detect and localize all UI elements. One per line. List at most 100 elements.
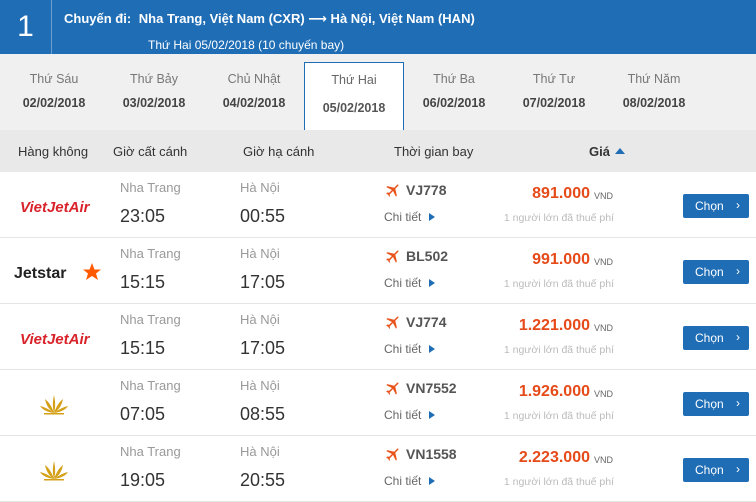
choose-button[interactable]: Chọn › [683,392,749,416]
date-tab[interactable]: Thứ Ba 06/02/2018 [404,62,504,130]
airplane-icon [386,250,399,263]
depart-city: Nha Trang [120,378,181,393]
col-price-label: Giá [589,144,610,159]
price-value: 891.000 [532,185,590,202]
depart-city: Nha Trang [120,246,181,261]
flight-number: VN7552 [406,380,457,396]
date-tab[interactable]: Thứ Năm 08/02/2018 [604,62,704,130]
date-tab-date: 05/02/2018 [322,101,386,115]
choose-label: Chọn [695,331,724,345]
caret-right-icon [429,477,436,485]
choose-button[interactable]: Chọn › [683,260,749,284]
price-currency: VND [594,257,614,267]
choose-label: Chọn [695,265,724,279]
route-label: Chuyến đi: [64,11,132,26]
airplane-icon [386,316,399,329]
price-note: 1 người lớn đã thuế phí [503,410,614,422]
price-currency: VND [594,455,614,465]
price-note: 1 người lớn đã thuế phí [503,212,614,224]
price-currency: VND [594,323,614,333]
caret-right-icon [429,345,436,353]
vietjet-logo: VietJetAir [20,199,91,216]
details-label: Chi tiết [384,276,422,290]
depart-time: 23:05 [120,206,166,226]
jetstar-logo-text: Jetstar [14,265,66,282]
date-tab-date: 04/02/2018 [222,96,286,110]
chevron-right-icon: › [736,396,740,410]
chevron-right-icon: › [736,330,740,344]
depart-time: 19:05 [120,470,166,490]
col-duration: Thời gian bay [394,144,474,159]
details-label: Chi tiết [384,210,422,224]
choose-button[interactable]: Chọn › [683,458,749,482]
flight-row: Nha Trang 19:05 Hà Nội 20:55 VN1558 Chi tiết 2… [0,436,756,502]
flight-row: VietJetAir Nha Trang 23:05 Hà Nội 00:55 VJ778… [0,172,756,238]
table-header: Hàng không Giờ cất cánh Giờ hạ cánh Thời… [0,130,756,172]
date-tab-date: 08/02/2018 [622,96,686,110]
depart-time: 15:15 [120,272,166,292]
flight-number: BL502 [406,248,449,264]
date-selector: Thứ Sáu 02/02/2018 Thứ Bảy 03/02/2018 Chủ Nh… [0,54,756,130]
price-currency: VND [594,389,614,399]
date-tab-dow: Thứ Sáu [29,72,79,86]
flight-number: VJ778 [406,182,447,198]
date-tab-dow: Thứ Hai [331,73,377,87]
date-tab-dow: Thứ Bảy [130,72,178,86]
date-tab[interactable]: Thứ Bảy 03/02/2018 [104,62,204,130]
date-tab-dow: Chủ Nhật [227,72,281,86]
depart-city: Nha Trang [120,180,181,195]
price-note: 1 người lớn đã thuế phí [503,344,614,356]
date-tab-date: 06/02/2018 [422,96,486,110]
details-link[interactable]: Chi tiết [384,210,436,224]
price-note: 1 người lớn đã thuế phí [503,476,614,488]
vietnam-airlines-lotus-icon [40,461,68,481]
col-price-sort[interactable]: Giá [589,144,625,159]
details-label: Chi tiết [384,474,422,488]
details-link[interactable]: Chi tiết [384,342,436,356]
caret-right-icon [429,279,436,287]
price-value: 991.000 [532,251,590,268]
trip-header: 1 Chuyến đi: Nha Trang, Việt Nam (CXR) ⟶… [0,0,756,54]
date-tab-dow: Thứ Năm [627,72,681,86]
date-tab[interactable]: Chủ Nhật 04/02/2018 [204,62,304,130]
arrive-time: 17:05 [240,272,286,292]
jetstar-logo: Jetstar [14,263,101,282]
vietnam-airlines-lotus-icon [40,395,68,415]
vietjet-logo-text: VietJetAir [20,199,91,216]
chevron-right-icon: › [736,462,740,476]
choose-label: Chọn [695,463,724,477]
depart-city: Nha Trang [120,444,181,459]
date-tab[interactable]: Thứ Tư 07/02/2018 [504,62,604,130]
route-text: Nha Trang, Việt Nam (CXR) ⟶ Hà Nội, Việt… [138,11,475,26]
date-tab-date: 03/02/2018 [122,96,186,110]
vietjet-logo-text: VietJetAir [20,331,91,348]
date-tab-dow: Thứ Ba [433,72,475,86]
choose-button[interactable]: Chọn › [683,194,749,218]
sort-up-icon [614,148,625,154]
airplane-icon [386,184,399,197]
date-tab[interactable]: Thứ Sáu 02/02/2018 [4,62,104,130]
arrive-city: Hà Nội [240,378,280,393]
details-link[interactable]: Chi tiết [384,408,436,422]
flight-row: Nha Trang 07:05 Hà Nội 08:55 VN7552 Chi tiết 1… [0,370,756,436]
step-number: 1 [0,0,52,54]
flight-number: VJ774 [406,314,447,330]
choose-button[interactable]: Chọn › [683,326,749,350]
details-label: Chi tiết [384,408,422,422]
col-arrive: Giờ hạ cánh [243,144,315,159]
choose-label: Chọn [695,397,724,411]
chevron-right-icon: › [736,198,740,212]
depart-time: 07:05 [120,404,166,424]
details-link[interactable]: Chi tiết [384,474,436,488]
chevron-right-icon: › [736,264,740,278]
price-value: 2.223.000 [518,449,590,466]
details-link[interactable]: Chi tiết [384,276,436,290]
details-label: Chi tiết [384,342,422,356]
flight-row: Jetstar Nha Trang 15:15 Hà Nội 17:05 BL502 Chi… [0,238,756,304]
date-tab-dow: Thứ Tư [532,72,576,86]
date-tab-date: 02/02/2018 [22,96,86,110]
price-note: 1 người lớn đã thuế phí [503,278,614,290]
date-tab[interactable]: Thứ Hai 05/02/2018 [304,62,404,130]
col-depart: Giờ cất cánh [113,144,188,159]
arrive-time: 08:55 [240,404,286,424]
